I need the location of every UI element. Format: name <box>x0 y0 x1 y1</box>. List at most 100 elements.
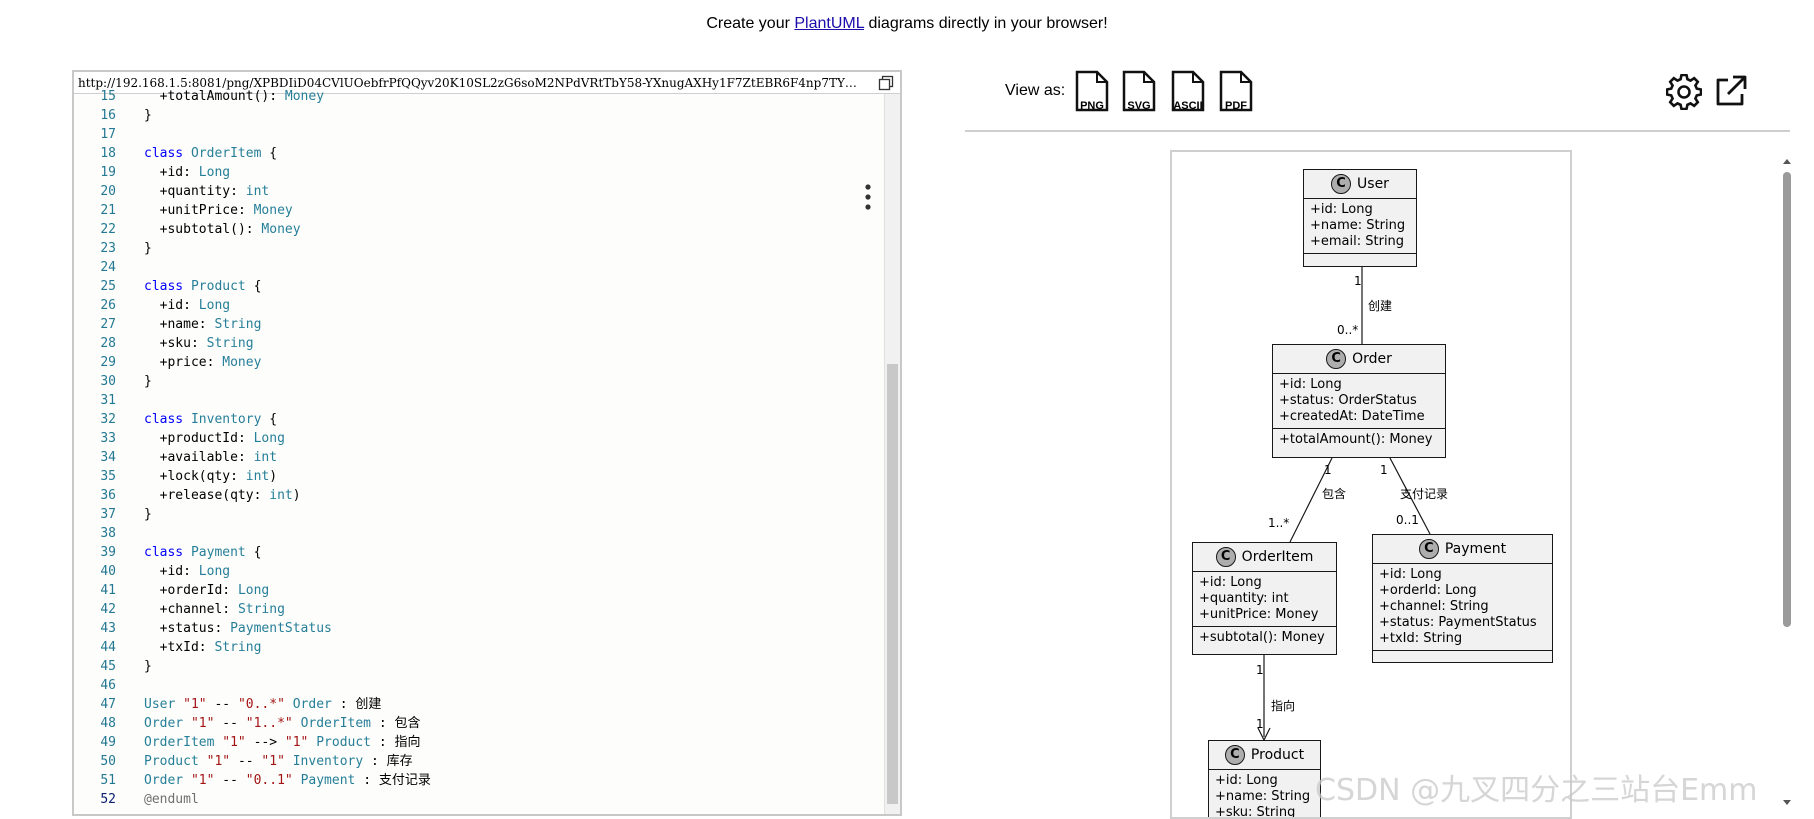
code-line[interactable]: 40 +id: Long <box>74 562 884 581</box>
attribute: +id: Long <box>1215 773 1278 788</box>
attribute: +txId: String <box>1379 631 1463 646</box>
code-line[interactable]: 18 class OrderItem { <box>74 144 884 163</box>
open-external-icon[interactable] <box>1713 73 1749 109</box>
code-line[interactable]: 42 +channel: String <box>74 600 884 619</box>
settings-gear-icon[interactable] <box>1666 74 1702 110</box>
code-line[interactable]: 43 +status: PaymentStatus <box>74 619 884 638</box>
code-line[interactable]: 52 @enduml <box>74 790 884 809</box>
code-area[interactable]: 15 +totalAmount(): Money 16} 17 18 class Ord… <box>74 89 884 814</box>
class-product[interactable]: C Product +id: Long +name: String +sku: S… <box>1208 740 1321 817</box>
more-options-icon[interactable] <box>862 184 874 210</box>
code-line[interactable]: 26 +id: Long <box>74 296 884 315</box>
code-line[interactable]: 46 <box>74 676 884 695</box>
line-text: +name: String <box>159 317 262 332</box>
editor-scrollbar[interactable] <box>884 94 900 814</box>
class-orderitem[interactable]: C OrderItem +id: Long +quantity: int +uni… <box>1192 542 1337 655</box>
line-text: class Inventory { <box>144 412 278 427</box>
line-text: +quantity: int <box>159 184 270 199</box>
code-line[interactable]: 22 +subtotal(): Money <box>74 220 884 239</box>
code-line[interactable]: 31 <box>74 391 884 410</box>
code-line[interactable]: 21 +unitPrice: Money <box>74 201 884 220</box>
code-line[interactable]: 38 <box>74 524 884 543</box>
line-number: 42 <box>100 602 116 617</box>
line-text: +subtotal(): Money <box>159 222 301 237</box>
watermark: CSDN @九叉四分之三站台Emm <box>1315 773 1758 808</box>
class-c-icon: C <box>1418 539 1439 559</box>
code-line[interactable]: 44 +txId: String <box>74 638 884 657</box>
view-svg-button[interactable]: SVG <box>1122 70 1158 114</box>
line-text: } <box>144 659 152 674</box>
method: +subtotal(): Money <box>1199 630 1325 645</box>
code-line[interactable]: 32 class Inventory { <box>74 410 884 429</box>
preview-scrollbar[interactable] <box>1780 150 1794 819</box>
code-line[interactable]: 30} <box>74 372 884 391</box>
code-line[interactable]: 28 +sku: String <box>74 334 884 353</box>
line-number: 31 <box>100 393 116 408</box>
class-user[interactable]: C User +id: Long +name: String +email: St… <box>1303 169 1417 267</box>
code-line[interactable]: 35 +lock(qty: int) <box>74 467 884 486</box>
line-text: +price: Money <box>159 355 262 370</box>
code-line[interactable]: 15 +totalAmount(): Money <box>74 87 884 106</box>
code-line[interactable]: 41 +orderId: Long <box>74 581 884 600</box>
line-number: 38 <box>100 526 116 541</box>
scroll-down-icon[interactable] <box>1780 798 1794 808</box>
line-number: 27 <box>100 317 116 332</box>
view-ascii-button[interactable]: ASCII <box>1171 70 1207 114</box>
code-line[interactable]: 20 +quantity: int <box>74 182 884 201</box>
class-attributes: +id: Long +name: String +sku: String <box>1209 770 1320 817</box>
code-line[interactable]: 49 OrderItem "1" --> "1" Product : 指向 <box>74 733 884 752</box>
svg-label: SVG <box>1127 100 1151 112</box>
code-line[interactable]: 50 Product "1" -- "1" Inventory : 库存 <box>74 752 884 771</box>
method: +totalAmount(): Money <box>1279 432 1433 447</box>
scroll-up-icon[interactable] <box>1780 156 1794 166</box>
class-attributes: +id: Long +name: String +email: String <box>1304 199 1416 254</box>
code-line[interactable]: 24 <box>74 258 884 277</box>
attribute: +status: OrderStatus <box>1279 393 1417 408</box>
code-line[interactable]: 47 User "1" -- "0..*" Order : 创建 <box>74 695 884 714</box>
code-editor[interactable]: http://192.168.1.5:8081/png/XPBDIiD04CVl… <box>72 70 902 816</box>
code-line[interactable]: 45} <box>74 657 884 676</box>
mult-order-orderitem-from: 1 <box>1324 463 1332 477</box>
line-number: 51 <box>100 773 116 788</box>
code-line[interactable]: 39 class Payment { <box>74 543 884 562</box>
page-header: Create your PlantUML diagrams directly i… <box>0 15 1814 33</box>
line-text: +id: Long <box>159 564 231 579</box>
line-number: 45 <box>100 659 116 674</box>
code-line[interactable]: 23} <box>74 239 884 258</box>
attribute: +email: String <box>1310 234 1405 249</box>
class-name: Order <box>1352 351 1392 367</box>
code-line[interactable]: 33 +productId: Long <box>74 429 884 448</box>
code-line[interactable]: 37} <box>74 505 884 524</box>
code-line[interactable]: 27 +name: String <box>74 315 884 334</box>
view-png-button[interactable]: PNG <box>1075 70 1111 114</box>
mult-order-payment-from: 1 <box>1380 463 1388 477</box>
line-number: 40 <box>100 564 116 579</box>
class-methods: +totalAmount(): Money <box>1273 429 1445 451</box>
relation-label-contain: 包含 <box>1322 487 1347 501</box>
code-line[interactable]: 16} <box>74 106 884 125</box>
class-payment[interactable]: C Payment +id: Long +orderId: Long +chann… <box>1372 534 1553 663</box>
line-text: +lock(qty: int) <box>159 469 278 484</box>
code-line[interactable]: 36 +release(qty: int) <box>74 486 884 505</box>
line-number: 37 <box>100 507 116 522</box>
line-number: 47 <box>100 697 116 712</box>
diagram-preview[interactable]: C User +id: Long +name: String +email: St… <box>1170 150 1572 819</box>
line-number: 18 <box>100 146 116 161</box>
code-line[interactable]: 17 <box>74 125 884 144</box>
code-line[interactable]: 19 +id: Long <box>74 163 884 182</box>
code-line[interactable]: 48 Order "1" -- "1..*" OrderItem : 包含 <box>74 714 884 733</box>
code-line[interactable]: 29 +price: Money <box>74 353 884 372</box>
panel-divider <box>965 130 1790 132</box>
attribute: +quantity: int <box>1199 591 1289 606</box>
code-line[interactable]: 51 Order "1" -- "0..1" Payment : 支付记录 <box>74 771 884 790</box>
code-line[interactable]: 34 +available: int <box>74 448 884 467</box>
plantuml-link[interactable]: PlantUML <box>794 15 864 32</box>
class-c-icon: C <box>1331 174 1352 194</box>
relation-label-point: 指向 <box>1271 699 1296 713</box>
view-pdf-button[interactable]: PDF <box>1219 70 1255 114</box>
code-line[interactable]: 25 class Product { <box>74 277 884 296</box>
editor-scrollbar-thumb[interactable] <box>887 364 898 804</box>
preview-scrollbar-thumb[interactable] <box>1783 172 1791 627</box>
class-order[interactable]: C Order +id: Long +status: OrderStatus +c… <box>1272 344 1446 458</box>
class-header: C OrderItem <box>1193 543 1336 572</box>
